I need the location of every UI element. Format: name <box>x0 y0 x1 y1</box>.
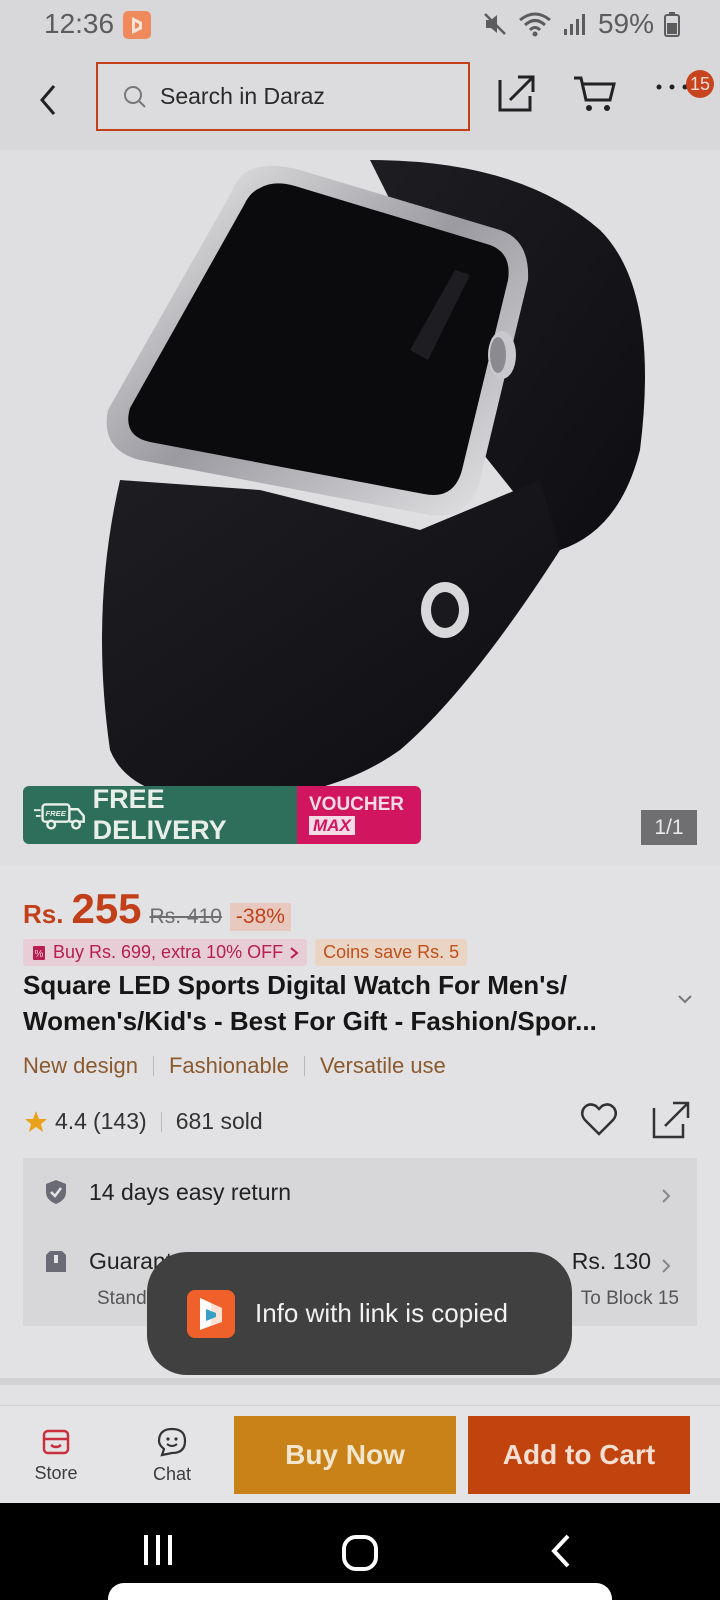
buy-now-button[interactable]: Buy Now <box>234 1416 456 1494</box>
recent-apps-icon <box>144 1535 172 1565</box>
bundle-offer-text: Buy Rs. 699, extra 10% OFF <box>53 942 284 962</box>
heart-icon <box>581 1103 617 1136</box>
return-chevron <box>661 1188 671 1209</box>
product-share-button[interactable] <box>651 1100 693 1142</box>
search-icon <box>124 85 146 108</box>
package-icon <box>46 1250 66 1272</box>
voucher-icon: % <box>33 945 45 960</box>
sold-count: 681 sold <box>175 1108 263 1134</box>
system-navigation-bar <box>0 1503 720 1600</box>
delivery-chevron <box>661 1258 671 1279</box>
status-bar: 12:36 59% <box>0 0 720 50</box>
original-price: Rs. 410 <box>149 905 222 928</box>
recent-apps-button[interactable] <box>141 1533 175 1572</box>
back-arrow-icon <box>551 1534 570 1568</box>
delivery-location: To Block 15 <box>580 1288 679 1309</box>
voucher-text: VOUCHER <box>309 794 405 815</box>
battery-text: 59% <box>597 8 654 39</box>
price-value: 255 <box>71 885 142 932</box>
feature-tag: Versatile use <box>319 1053 446 1078</box>
daraz-app-icon <box>123 11 151 39</box>
search-input[interactable]: Search in Daraz <box>96 62 470 131</box>
shield-check-icon <box>46 1180 66 1204</box>
promo-banner: FREE FREE DELIVERY VOUCHER MAX <box>23 786 421 844</box>
bundle-offer-chip[interactable]: % Buy Rs. 699, extra 10% OFF <box>23 939 308 966</box>
cart-button[interactable] <box>572 72 622 122</box>
cart-badge: 15 <box>686 70 715 98</box>
free-delivery-text: FREE DELIVERY <box>92 786 227 844</box>
share-icon <box>498 75 535 112</box>
feature-tag: Fashionable <box>168 1053 289 1078</box>
chevron-right-icon <box>290 946 299 959</box>
product-image <box>102 160 645 800</box>
review-count: (143) <box>92 1108 147 1134</box>
truck-free-text: FREE <box>45 809 66 818</box>
toast-message: Info with link is copied <box>147 1252 572 1375</box>
status-icons: 59% <box>482 8 680 40</box>
chat-button[interactable]: Chat <box>127 1406 217 1504</box>
chevron-right-icon <box>662 1259 671 1273</box>
rating-divider <box>160 1111 162 1132</box>
svg-text:%: % <box>35 949 44 960</box>
mute-icon <box>484 13 506 35</box>
chat-icon <box>157 1427 187 1456</box>
battery-icon <box>664 12 680 37</box>
bottom-action-bar: Store Chat Buy Now Add to Cart <box>0 1405 720 1503</box>
star-icon <box>25 1110 47 1132</box>
signal-icon <box>563 14 585 35</box>
home-button[interactable] <box>340 1533 380 1578</box>
system-back-button[interactable] <box>548 1533 574 1574</box>
wishlist-button[interactable] <box>579 1100 621 1142</box>
header-share-button[interactable] <box>496 72 542 122</box>
store-icon <box>42 1429 70 1454</box>
price-row: Rs. 255 Rs. 410 -38% <box>23 885 291 933</box>
product-title: Square LED Sports Digital Watch For Men'… <box>23 970 597 1036</box>
tag-divider <box>303 1056 305 1076</box>
store-label: Store <box>34 1462 78 1483</box>
delivery-truck-icon: FREE <box>33 803 85 830</box>
share-icon <box>652 1101 690 1139</box>
bottom-sheet-edge <box>108 1583 612 1600</box>
top-navigation: Search in Daraz 15 <box>0 50 720 150</box>
coins-chip: Coins save Rs. 5 <box>315 939 468 966</box>
home-icon <box>342 1535 378 1571</box>
rating-row[interactable]: 4.4 (143) 681 sold <box>23 1108 263 1135</box>
chevron-down-icon <box>678 995 692 1004</box>
price-currency: Rs. <box>23 899 64 929</box>
return-policy-text: 14 days easy return <box>89 1178 292 1205</box>
section-divider <box>0 1378 720 1385</box>
expand-title-button[interactable] <box>677 991 693 1009</box>
wifi-icon <box>519 12 551 37</box>
return-policy-row[interactable]: 14 days easy return <box>43 1178 291 1206</box>
add-to-cart-button[interactable]: Add to Cart <box>468 1416 690 1494</box>
daraz-app-icon <box>187 1289 235 1338</box>
back-button[interactable] <box>28 72 68 128</box>
cart-icon <box>574 76 616 111</box>
promo-chips: % Buy Rs. 699, extra 10% OFF Coins save … <box>23 939 468 966</box>
discount-badge: -38% <box>229 903 291 931</box>
search-placeholder: Search in Daraz <box>160 83 325 109</box>
more-icon <box>656 84 688 90</box>
chevron-right-icon <box>662 1189 671 1203</box>
product-image-gallery[interactable]: FREE FREE DELIVERY VOUCHER MAX 1/1 <box>0 150 720 865</box>
toast-text: Info with link is copied <box>255 1298 508 1328</box>
back-arrow-icon <box>40 85 56 115</box>
delivery-price: Rs. 130 <box>571 1248 651 1274</box>
voucher-max-badge: VOUCHER MAX <box>297 786 421 844</box>
free-delivery-badge: FREE FREE DELIVERY <box>23 786 297 844</box>
rating-value: 4.4 <box>55 1108 87 1134</box>
chat-label: Chat <box>152 1463 192 1484</box>
feature-tag: New design <box>23 1053 138 1078</box>
status-time: 12:36 <box>44 8 115 39</box>
feature-tags: New design Fashionable Versatile use <box>23 1053 446 1079</box>
voucher-max-text: MAX <box>309 816 355 835</box>
tag-divider <box>152 1056 154 1076</box>
store-button[interactable]: Store <box>11 1406 101 1504</box>
coins-text: Coins save Rs. 5 <box>323 942 460 962</box>
image-counter: 1/1 <box>641 810 697 845</box>
